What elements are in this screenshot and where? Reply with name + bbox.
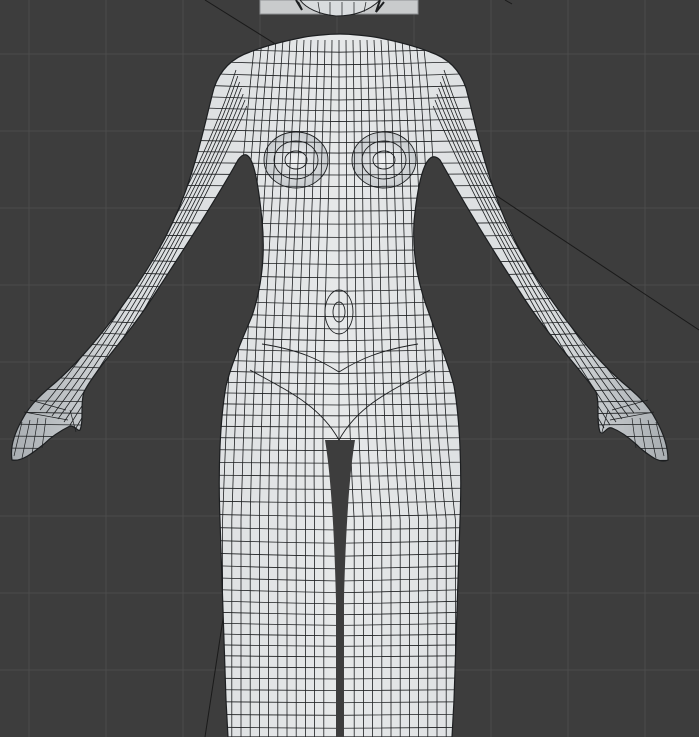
viewport-canvas[interactable] bbox=[0, 0, 699, 737]
3d-viewport[interactable] bbox=[0, 0, 699, 737]
